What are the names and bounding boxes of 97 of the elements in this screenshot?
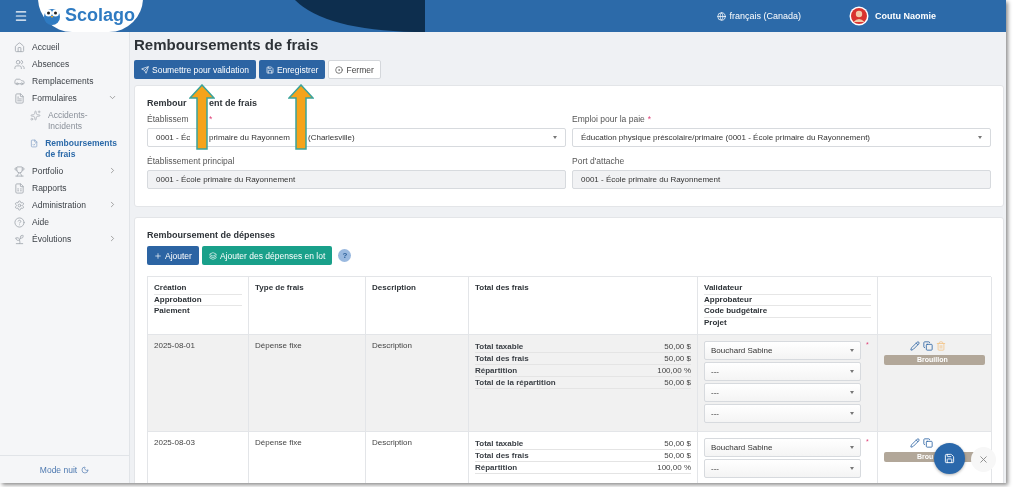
sidebar-item[interactable]: Absences: [0, 56, 129, 73]
sidebar-icon: [14, 76, 25, 87]
caret-icon: [850, 370, 854, 373]
circle-dot-icon: [335, 65, 344, 74]
select-field[interactable]: ---: [704, 459, 861, 478]
sidebar-item[interactable]: Rapports: [0, 180, 129, 197]
table-cell: Dépense fixe: [255, 438, 302, 447]
column-header: Description: [372, 283, 417, 294]
column-header: Projet: [704, 317, 728, 328]
night-mode-toggle[interactable]: Mode nuit: [0, 455, 129, 483]
language-selector[interactable]: français (Canada): [717, 11, 801, 21]
card-title: Remboursement de dépenses: [147, 229, 277, 241]
field-label: Établissement principal: [147, 155, 235, 167]
close-button[interactable]: Fermer: [328, 60, 381, 79]
layers-icon: [208, 251, 217, 260]
sidebar-item[interactable]: Accueil: [0, 39, 129, 56]
field-label: Établissem *: [147, 113, 213, 125]
total-label: Total des frais: [475, 353, 529, 364]
total-value: 50,00 $: [664, 377, 691, 388]
readonly-field: 0001 - École primaire du Rayonnement: [147, 170, 566, 189]
total-value: 50,00 $: [664, 438, 691, 449]
select-field[interactable]: 0001 - Éc primaire du Rayonnem (Charlesville): [147, 128, 566, 147]
sidebar-icon: [30, 138, 39, 149]
select-field[interactable]: Éducation physique préscolaire/primaire (0001 - École primaire du Rayonnement): [572, 128, 991, 147]
total-value: 100,00 %: [657, 462, 691, 473]
card-title: Rembour ent de frais: [147, 97, 258, 109]
table-cell: 2025-08-01: [154, 341, 195, 350]
caret-icon: [850, 446, 854, 449]
select-field[interactable]: ---: [704, 362, 861, 381]
table-cell: Description: [372, 341, 412, 350]
sidebar-icon: [14, 59, 25, 70]
column-header: Code budgétaire: [704, 306, 871, 318]
column-header: Paiement: [154, 306, 191, 317]
column-header: Création: [154, 283, 242, 295]
sidebar-item[interactable]: Formulaires: [0, 90, 129, 107]
user-name[interactable]: Coutu Naomie: [875, 11, 936, 21]
moon-icon: [81, 465, 90, 474]
close-icon: [978, 454, 989, 465]
table-cell: Description: [372, 438, 412, 447]
caret-icon: [850, 467, 854, 470]
sidebar-item[interactable]: Remplacements: [0, 73, 129, 90]
sidebar-icon: [14, 42, 25, 53]
copy-icon[interactable]: [923, 341, 933, 351]
page-title: Remboursements de frais: [134, 35, 320, 55]
column-header: Validateur: [704, 283, 871, 295]
total-label: Total de la répartition: [475, 377, 556, 388]
select-field[interactable]: ---: [704, 383, 861, 402]
sidebar-item[interactable]: Portfolio: [0, 163, 129, 180]
total-value: 50,00 $: [664, 353, 691, 364]
total-label: Total taxable: [475, 341, 524, 352]
logo-text: Scolago: [65, 4, 135, 26]
sidebar-item[interactable]: Aide: [0, 214, 129, 231]
sidebar-item[interactable]: Évolutions: [0, 231, 129, 248]
edit-icon[interactable]: [910, 341, 920, 351]
sidebar-icon: [30, 110, 41, 121]
select-field[interactable]: Bouchard Sabine: [704, 341, 861, 360]
menu-icon[interactable]: [14, 9, 28, 23]
sidebar-item[interactable]: Administration: [0, 197, 129, 214]
caret-icon: [978, 136, 982, 139]
table-cell: Dépense fixe: [255, 341, 302, 350]
sidebar-icon: [14, 217, 25, 228]
sidebar-subitem[interactable]: Remboursements de frais: [0, 135, 129, 163]
save-button[interactable]: Enregistrer: [258, 60, 326, 79]
sidebar-icon: [14, 183, 25, 194]
sidebar-icon: [14, 166, 25, 177]
avatar-icon[interactable]: [849, 6, 869, 26]
caret-icon: [850, 349, 854, 352]
total-label: Répartition: [475, 462, 518, 473]
total-value: 50,00 $: [664, 341, 691, 352]
caret-icon: [850, 391, 854, 394]
edit-icon[interactable]: [910, 438, 920, 448]
sidebar-icon: [14, 93, 25, 104]
total-value: 100,00 %: [657, 365, 691, 376]
sidebar-icon: [14, 234, 25, 245]
total-value: 50,00 $: [664, 450, 691, 461]
total-label: Total taxable: [475, 438, 524, 449]
submit-button[interactable]: Soumettre pour validation: [134, 60, 256, 79]
plus-icon: [154, 251, 162, 260]
table-cell: 2025-08-03: [154, 438, 195, 447]
caret-icon: [553, 136, 557, 139]
sidebar-icon: [14, 200, 25, 211]
column-header: Approbateur: [704, 294, 871, 306]
select-field[interactable]: ---: [704, 404, 861, 423]
field-label: Port d'attache: [572, 155, 625, 167]
copy-icon[interactable]: [923, 438, 933, 448]
caret-icon: [850, 412, 854, 415]
readonly-field: 0001 - École primaire du Rayonnement: [572, 170, 991, 189]
column-header: Type de frais: [255, 283, 305, 294]
add-button[interactable]: Ajouter: [147, 246, 199, 265]
field-label: Emploi pour la paie *: [572, 113, 652, 125]
total-label: Répartition: [475, 365, 518, 376]
column-header: Approbation: [154, 294, 242, 306]
select-field[interactable]: Bouchard Sabine: [704, 438, 861, 457]
globe-icon: [717, 11, 727, 21]
column-header: Total des frais: [475, 283, 530, 294]
total-label: Total des frais: [475, 450, 529, 461]
send-icon: [141, 65, 149, 74]
